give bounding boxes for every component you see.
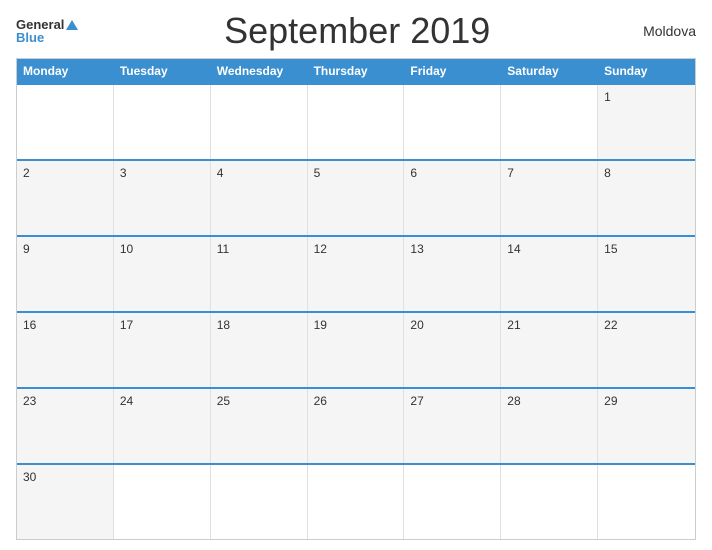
weekday-header-thursday: Thursday: [308, 59, 405, 83]
calendar-cell: [501, 465, 598, 539]
day-number: 28: [507, 394, 591, 408]
day-number: 30: [23, 470, 107, 484]
calendar-cell: 8: [598, 161, 695, 235]
logo: General Blue: [16, 18, 78, 44]
day-number: 22: [604, 318, 689, 332]
day-number: 4: [217, 166, 301, 180]
calendar-row-1: 2345678: [17, 159, 695, 235]
calendar-cell: 30: [17, 465, 114, 539]
weekday-header-wednesday: Wednesday: [211, 59, 308, 83]
day-number: 29: [604, 394, 689, 408]
calendar-cell: 12: [308, 237, 405, 311]
day-number: 14: [507, 242, 591, 256]
day-number: 6: [410, 166, 494, 180]
page-header: General Blue September 2019 Moldova: [16, 10, 696, 52]
day-number: 5: [314, 166, 398, 180]
day-number: 21: [507, 318, 591, 332]
calendar-cell: 1: [598, 85, 695, 159]
calendar: MondayTuesdayWednesdayThursdayFridaySatu…: [16, 58, 696, 540]
calendar-row-0: 1: [17, 83, 695, 159]
calendar-cell: 10: [114, 237, 211, 311]
calendar-row-2: 9 10 11 12 13 14 15: [17, 235, 695, 311]
weekday-header-tuesday: Tuesday: [114, 59, 211, 83]
day-number: 27: [410, 394, 494, 408]
day-number: 17: [120, 318, 204, 332]
calendar-cell: 5: [308, 161, 405, 235]
day-number: 7: [507, 166, 591, 180]
page-title: September 2019: [78, 10, 636, 52]
calendar-cell: 20: [404, 313, 501, 387]
calendar-cell: [501, 85, 598, 159]
calendar-cell: 24: [114, 389, 211, 463]
calendar-cell: [308, 85, 405, 159]
calendar-cell: [404, 85, 501, 159]
calendar-cell: 27: [404, 389, 501, 463]
calendar-cell: [211, 85, 308, 159]
calendar-cell: 18: [211, 313, 308, 387]
calendar-cell: 2: [17, 161, 114, 235]
calendar-cell: 13: [404, 237, 501, 311]
calendar-cell: 3: [114, 161, 211, 235]
day-number: 26: [314, 394, 398, 408]
day-number: 20: [410, 318, 494, 332]
logo-triangle-icon: [66, 20, 78, 30]
calendar-cell: 29: [598, 389, 695, 463]
calendar-cell: 22: [598, 313, 695, 387]
calendar-cell: [308, 465, 405, 539]
day-number: 8: [604, 166, 689, 180]
calendar-row-4: 23 24 25 26 27 28 29: [17, 387, 695, 463]
calendar-cell: [17, 85, 114, 159]
day-number: 13: [410, 242, 494, 256]
calendar-cell: 26: [308, 389, 405, 463]
day-number: 25: [217, 394, 301, 408]
calendar-cell: [598, 465, 695, 539]
calendar-cell: 17: [114, 313, 211, 387]
calendar-cell: 4: [211, 161, 308, 235]
day-number: 9: [23, 242, 107, 256]
calendar-cell: 21: [501, 313, 598, 387]
calendar-cell: 16: [17, 313, 114, 387]
calendar-cell: 9: [17, 237, 114, 311]
calendar-body: 1234567891011121314151617181920212223242…: [17, 83, 695, 539]
calendar-cell: 25: [211, 389, 308, 463]
calendar-row-3: 16 17 18 19 20 21 22: [17, 311, 695, 387]
day-number: 19: [314, 318, 398, 332]
day-number: 1: [604, 90, 689, 104]
weekday-header-saturday: Saturday: [501, 59, 598, 83]
day-number: 2: [23, 166, 107, 180]
day-number: 11: [217, 242, 301, 256]
calendar-cell: 7: [501, 161, 598, 235]
calendar-page: General Blue September 2019 Moldova Mond…: [0, 0, 712, 550]
calendar-cell: [404, 465, 501, 539]
calendar-cell: 11: [211, 237, 308, 311]
country-label: Moldova: [636, 23, 696, 39]
calendar-cell: 14: [501, 237, 598, 311]
weekday-header-sunday: Sunday: [598, 59, 695, 83]
day-number: 23: [23, 394, 107, 408]
day-number: 3: [120, 166, 204, 180]
weekday-header-friday: Friday: [404, 59, 501, 83]
day-number: 10: [120, 242, 204, 256]
calendar-cell: 19: [308, 313, 405, 387]
calendar-cell: 28: [501, 389, 598, 463]
calendar-cell: [114, 465, 211, 539]
weekday-header-monday: Monday: [17, 59, 114, 83]
day-number: 12: [314, 242, 398, 256]
calendar-row-5: 30: [17, 463, 695, 539]
day-number: 18: [217, 318, 301, 332]
calendar-cell: 6: [404, 161, 501, 235]
calendar-header: MondayTuesdayWednesdayThursdayFridaySatu…: [17, 59, 695, 83]
calendar-cell: 15: [598, 237, 695, 311]
calendar-cell: 23: [17, 389, 114, 463]
day-number: 16: [23, 318, 107, 332]
day-number: 15: [604, 242, 689, 256]
calendar-cell: [114, 85, 211, 159]
calendar-cell: [211, 465, 308, 539]
day-number: 24: [120, 394, 204, 408]
logo-blue-text: Blue: [16, 31, 44, 44]
